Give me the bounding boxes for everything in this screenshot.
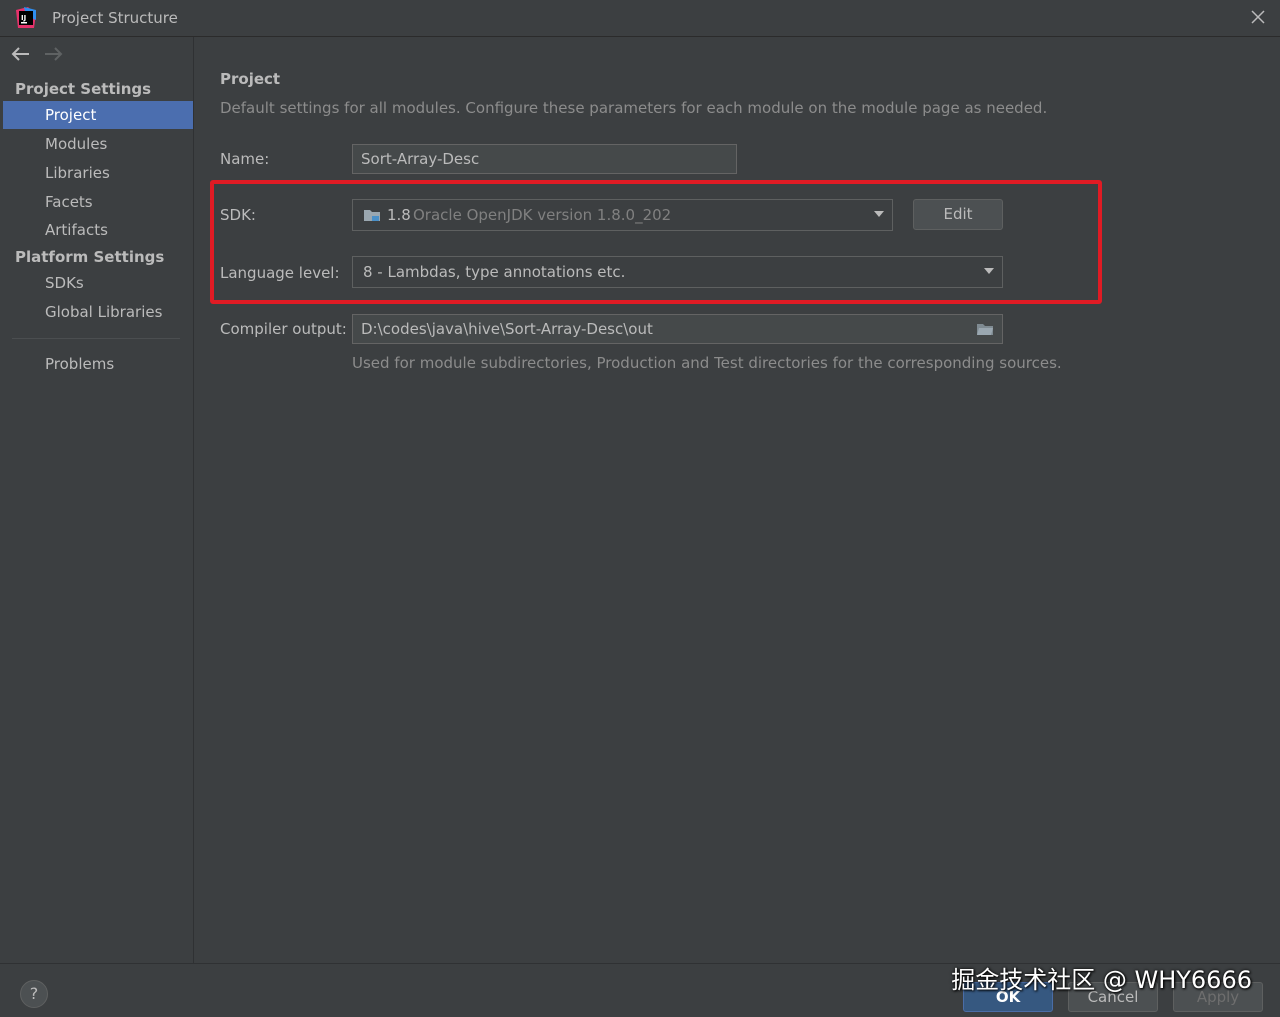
sidebar-item-sdks[interactable]: SDKs [3, 269, 193, 297]
compiler-output-value: D:\codes\java\hive\Sort-Array-Desc\out [361, 320, 653, 338]
name-label: Name: [220, 150, 270, 168]
svg-text:IJ: IJ [21, 14, 26, 22]
sidebar-item-artifacts[interactable]: Artifacts [3, 216, 193, 244]
page-description: Default settings for all modules. Config… [220, 99, 1048, 117]
sidebar-item-modules[interactable]: Modules [3, 130, 193, 158]
sidebar-item-global-libraries[interactable]: Global Libraries [3, 298, 193, 326]
project-name-input[interactable]: Sort-Array-Desc [352, 144, 737, 174]
sidebar-item-facets[interactable]: Facets [3, 188, 193, 216]
forward-arrow-icon[interactable] [42, 45, 64, 63]
title-bar: IJ Project Structure [0, 0, 1280, 37]
compiler-output-hint: Used for module subdirectories, Producti… [352, 354, 1062, 372]
window-title: Project Structure [52, 9, 178, 27]
help-button[interactable]: ? [20, 980, 48, 1008]
compiler-output-label: Compiler output: [220, 320, 347, 338]
platform-settings-header: Platform Settings [15, 248, 165, 266]
highlight-box [210, 180, 1102, 304]
sidebar-item-problems[interactable]: Problems [3, 350, 193, 378]
project-settings-header: Project Settings [15, 80, 152, 98]
sidebar-item-project[interactable]: Project [3, 101, 193, 129]
browse-folder-icon[interactable] [976, 322, 994, 336]
back-arrow-icon[interactable] [10, 45, 32, 63]
sidebar-divider [12, 338, 180, 339]
sidebar-item-libraries[interactable]: Libraries [3, 159, 193, 187]
project-settings-panel: Project Default settings for all modules… [194, 37, 1280, 963]
sidebar: Project Settings Project Modules Librari… [0, 37, 194, 963]
watermark: 掘金技术社区 @ WHY6666 [951, 966, 1252, 994]
intellij-icon: IJ [16, 7, 36, 28]
page-title: Project [220, 70, 281, 88]
compiler-output-input[interactable]: D:\codes\java\hive\Sort-Array-Desc\out [352, 314, 1003, 344]
close-icon[interactable] [1246, 5, 1270, 29]
